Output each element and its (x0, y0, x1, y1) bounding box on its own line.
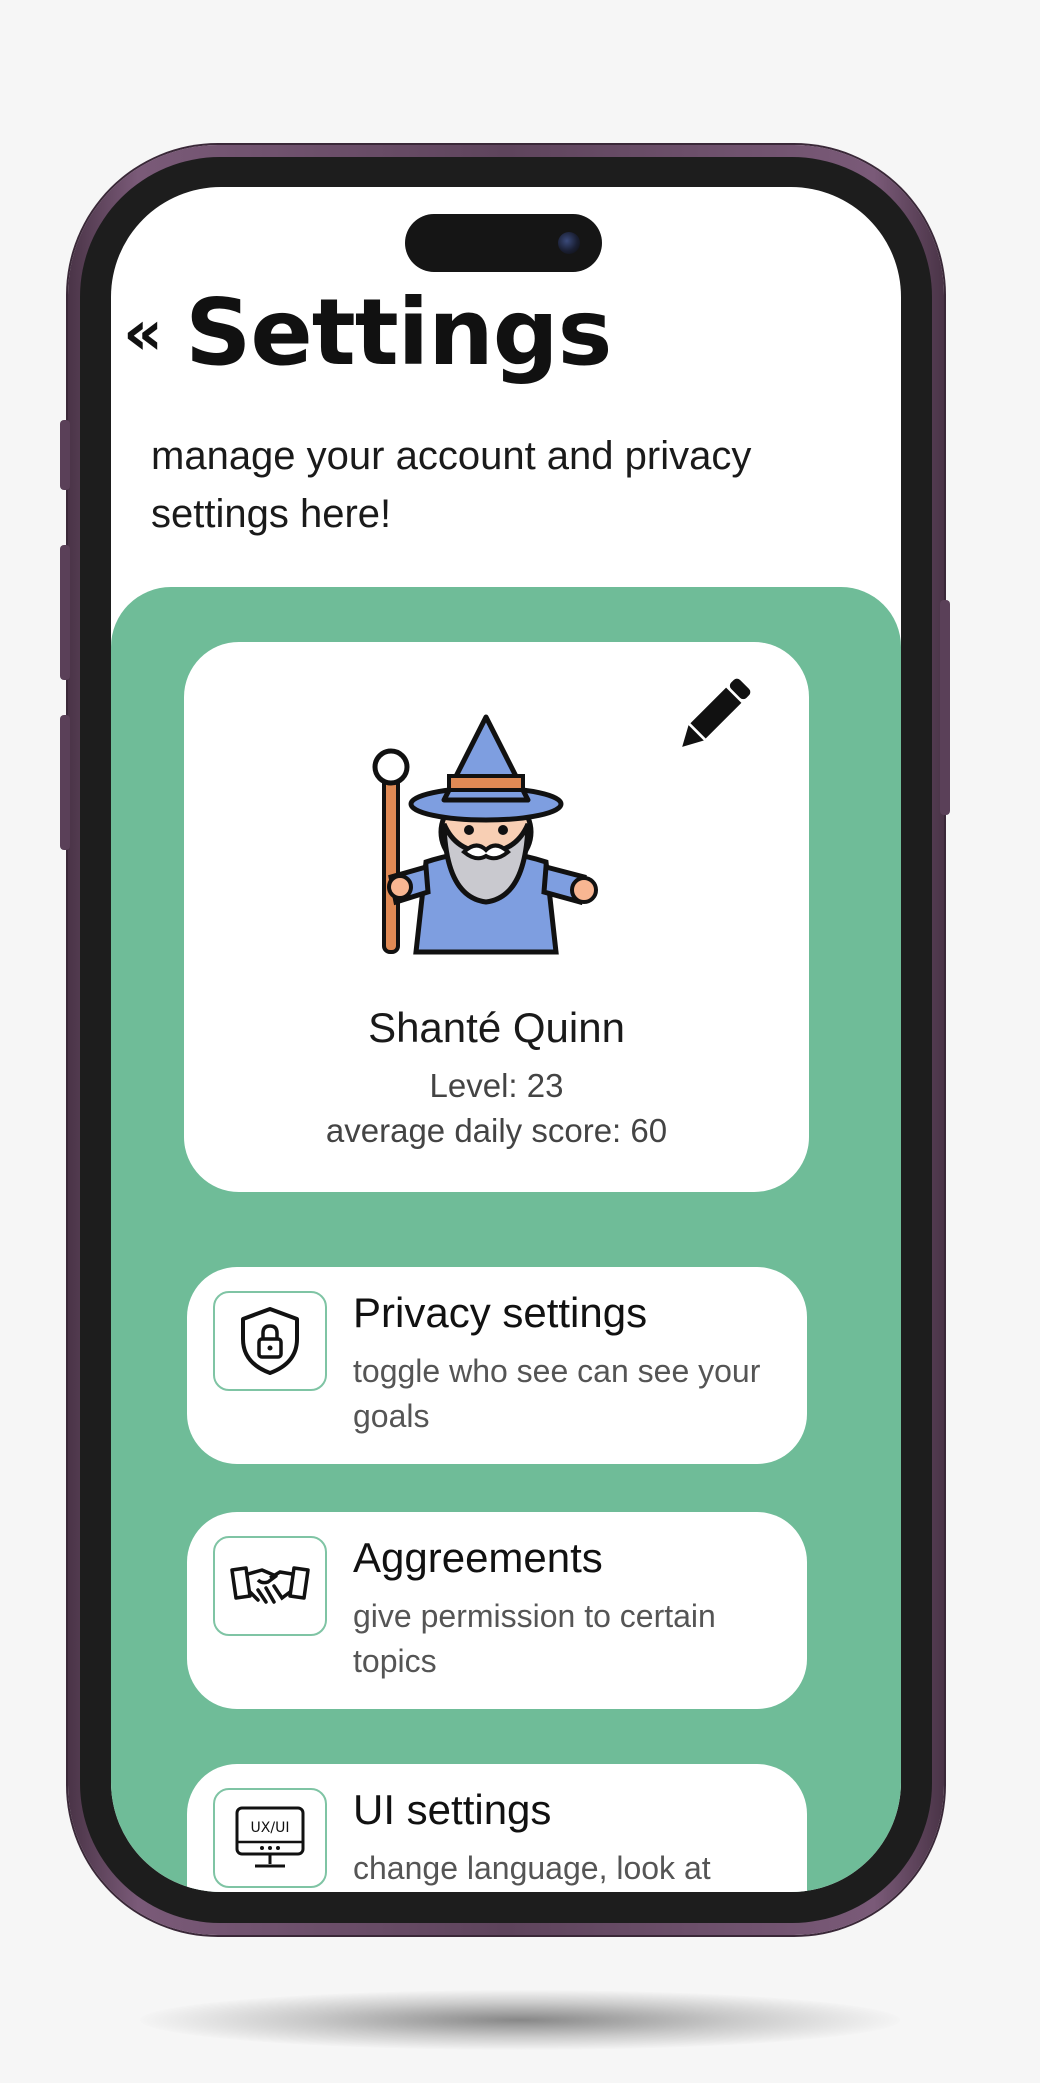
settings-item-title: Privacy settings (353, 1289, 648, 1336)
ux-ui-icon-label: UX/UI (251, 1820, 290, 1836)
side-button-power (940, 600, 950, 815)
settings-item-ui[interactable]: UX/UI UI settings change language, look … (187, 1764, 807, 1892)
dynamic-island (405, 214, 602, 272)
profile-score: average daily score: 60 (325, 1112, 668, 1149)
settings-item-title: Aggreements (353, 1534, 603, 1581)
handshake-icon (230, 1566, 310, 1604)
pencil-icon[interactable] (669, 670, 759, 760)
shield-lock-icon (241, 1307, 299, 1375)
settings-item-description: give permission to certain topics (353, 1598, 716, 1679)
phone-screen: « Settings manage your account and priva… (111, 187, 901, 1892)
shield-icon-box (213, 1291, 327, 1391)
side-button-volume-up (60, 545, 70, 680)
floor-shadow (140, 1990, 900, 2050)
page-title: Settings (185, 279, 612, 386)
settings-item-description: toggle who see can see your goals (353, 1353, 761, 1434)
side-button-mute (60, 420, 70, 490)
stage: « Settings manage your account and priva… (0, 0, 1040, 2083)
back-button[interactable]: « (123, 302, 163, 364)
profile-card: Shanté Quinn Level: 23 average daily sco… (184, 642, 809, 1192)
settings-item-title: UI settings (353, 1786, 552, 1833)
side-button-volume-down (60, 715, 70, 850)
settings-item-description: change language, look at (353, 1850, 711, 1886)
ux-ui-icon-box: UX/UI (213, 1788, 327, 1888)
front-camera-icon (558, 232, 580, 254)
handshake-icon-box (213, 1536, 327, 1636)
profile-level: Level: 23 (429, 1067, 564, 1104)
page-header: « Settings (123, 279, 612, 386)
settings-item-agreements[interactable]: Aggreements give permission to certain t… (187, 1512, 807, 1709)
page-subtitle: manage your account and privacy settings… (151, 434, 752, 536)
profile-name: Shanté Quinn (368, 1004, 625, 1051)
ux-ui-monitor-icon: UX/UI (235, 1806, 305, 1868)
settings-item-privacy[interactable]: Privacy settings toggle who see can see … (187, 1267, 807, 1464)
wizard-avatar-icon (372, 714, 598, 955)
